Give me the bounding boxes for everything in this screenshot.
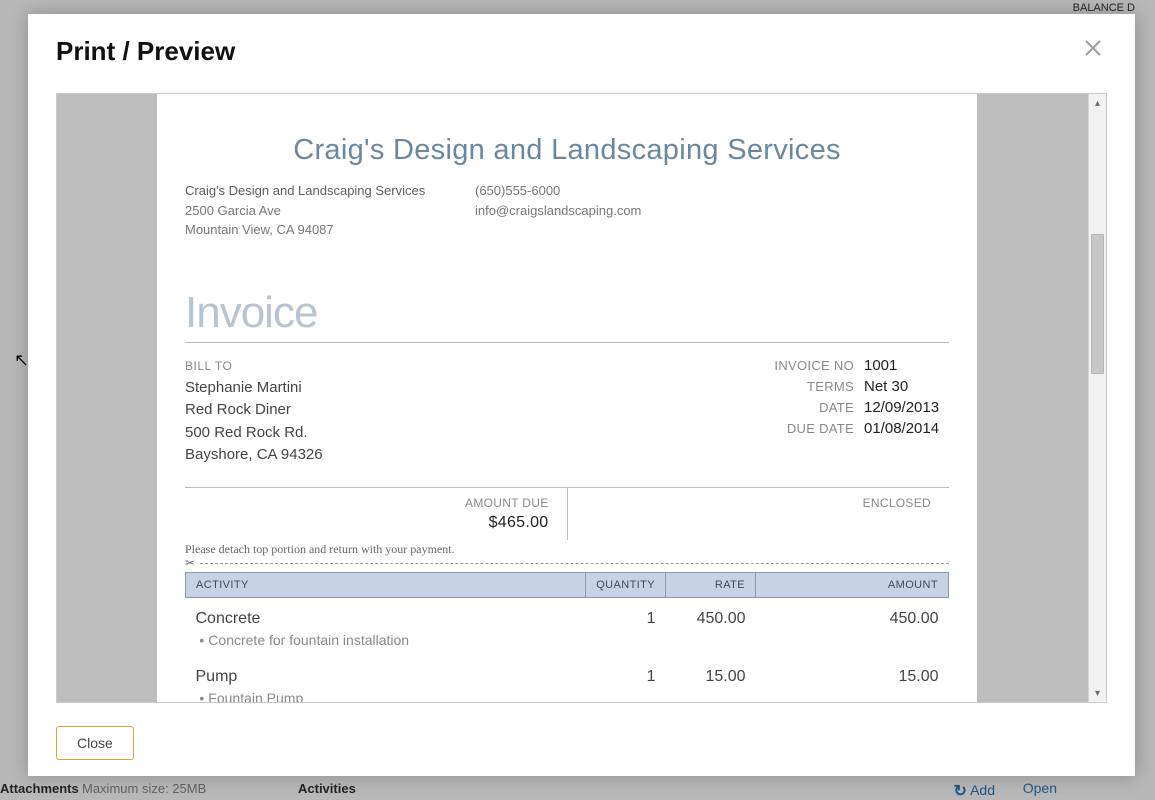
preview-frame: Craig's Design and Landscaping Services … bbox=[56, 93, 1107, 703]
document-title: Invoice bbox=[185, 288, 949, 338]
scrollbar[interactable]: ▴ ▾ bbox=[1088, 94, 1106, 702]
table-row-desc: •Concrete for fountain installation bbox=[186, 630, 949, 656]
table-row: Concrete 1 450.00 450.00 bbox=[186, 597, 949, 630]
company-heading: Craig's Design and Landscaping Services bbox=[185, 134, 949, 167]
col-rate: RATE bbox=[666, 572, 756, 597]
invoice-sheet: Craig's Design and Landscaping Services … bbox=[157, 94, 977, 702]
close-icon[interactable] bbox=[1079, 34, 1107, 62]
table-row: Pump 1 15.00 15.00 bbox=[186, 656, 949, 688]
col-activity: ACTIVITY bbox=[186, 572, 586, 597]
print-preview-modal: Print / Preview Craig's Design and Lands… bbox=[28, 14, 1135, 776]
line-items-table: ACTIVITY QUANTITY RATE AMOUNT Concrete 1… bbox=[185, 572, 949, 703]
company-contact: (650)555-6000 info@craigslandscaping.com bbox=[475, 181, 641, 240]
detach-line: ✂ bbox=[185, 563, 949, 564]
invoice-meta: INVOICE NO 1001 TERMS Net 30 DATE 12/09/… bbox=[739, 357, 949, 467]
scissor-icon: ✂ bbox=[185, 556, 199, 570]
modal-title: Print / Preview bbox=[28, 14, 1135, 73]
detach-note: Please detach top portion and return wit… bbox=[185, 542, 949, 557]
col-amount: AMOUNT bbox=[756, 572, 949, 597]
table-row-desc: •Fountain Pump bbox=[186, 688, 949, 703]
bill-to-block: BILL TO Stephanie Martini Red Rock Diner… bbox=[185, 357, 739, 467]
col-quantity: QUANTITY bbox=[586, 572, 666, 597]
close-button[interactable]: Close bbox=[56, 726, 134, 760]
chevron-down-icon[interactable]: ▾ bbox=[1089, 684, 1106, 702]
scroll-thumb[interactable] bbox=[1091, 234, 1104, 374]
chevron-up-icon[interactable]: ▴ bbox=[1089, 94, 1106, 112]
company-address: Craig's Design and Landscaping Services … bbox=[185, 181, 475, 240]
amount-summary: AMOUNT DUE $465.00 ENCLOSED bbox=[185, 487, 949, 540]
